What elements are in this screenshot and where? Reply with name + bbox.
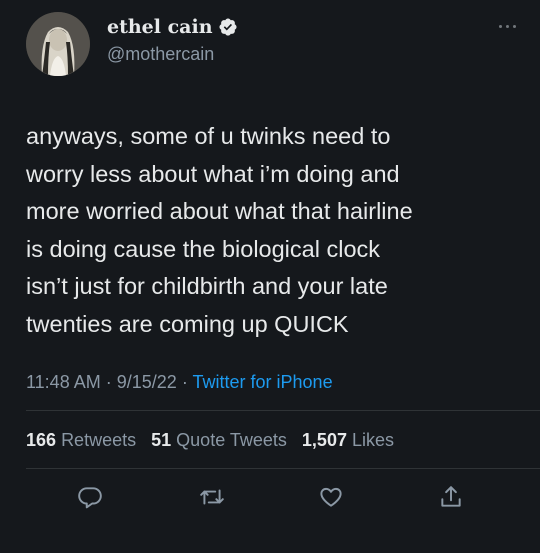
tweet-text: anyways, some of u twinks need to worry … (26, 118, 516, 343)
tweet-text-line: isn’t just for childbirth and your late (26, 273, 388, 299)
display-name[interactable]: ethel cain (107, 16, 213, 38)
likes-label: Likes (351, 430, 395, 450)
tweet-text-line: twenties are coming up QUICK (26, 310, 349, 337)
tweet-time[interactable]: 11:48 AM (26, 372, 101, 392)
tweet-date[interactable]: 9/15/22 (117, 372, 177, 392)
avatar[interactable] (26, 12, 90, 76)
retweet-icon[interactable] (199, 484, 225, 510)
tweet-text-line: anyways, some of u twinks need to (26, 123, 391, 149)
reply-icon[interactable] (77, 484, 103, 510)
divider (26, 468, 540, 469)
likes-stat[interactable]: 1,507 Likes (302, 430, 394, 450)
tweet-meta: 11:48 AM · 9/15/22 · Twitter for iPhone (26, 372, 333, 393)
quotes-count: 51 (151, 430, 172, 450)
like-icon[interactable] (318, 484, 344, 510)
user-handle[interactable]: @mothercain (107, 44, 214, 65)
meta-separator: · (181, 372, 188, 392)
tweet-text-line: more worried about what that hairline (26, 198, 413, 224)
tweet-text-line: worry less about what i’m doing and (26, 160, 400, 187)
verified-badge-icon (218, 17, 238, 37)
tweet-source-link[interactable]: Twitter for iPhone (193, 372, 333, 392)
divider (26, 410, 540, 411)
quotes-stat[interactable]: 51 Quote Tweets (151, 430, 287, 450)
retweets-stat[interactable]: 166 Retweets (26, 430, 136, 450)
retweets-count: 166 (26, 430, 57, 450)
meta-separator: · (105, 372, 112, 392)
more-icon[interactable] (492, 16, 522, 36)
engagement-stats: 166 Retweets 51 Quote Tweets 1,507 Likes (26, 430, 394, 451)
quotes-label: Quote Tweets (176, 430, 287, 450)
share-icon[interactable] (438, 484, 464, 510)
tweet: ethel cain @mothercain anyways, some of … (0, 0, 540, 553)
retweets-label: Retweets (61, 430, 137, 450)
likes-count: 1,507 (301, 430, 347, 450)
tweet-text-line: is doing cause the biological clock (26, 235, 381, 262)
